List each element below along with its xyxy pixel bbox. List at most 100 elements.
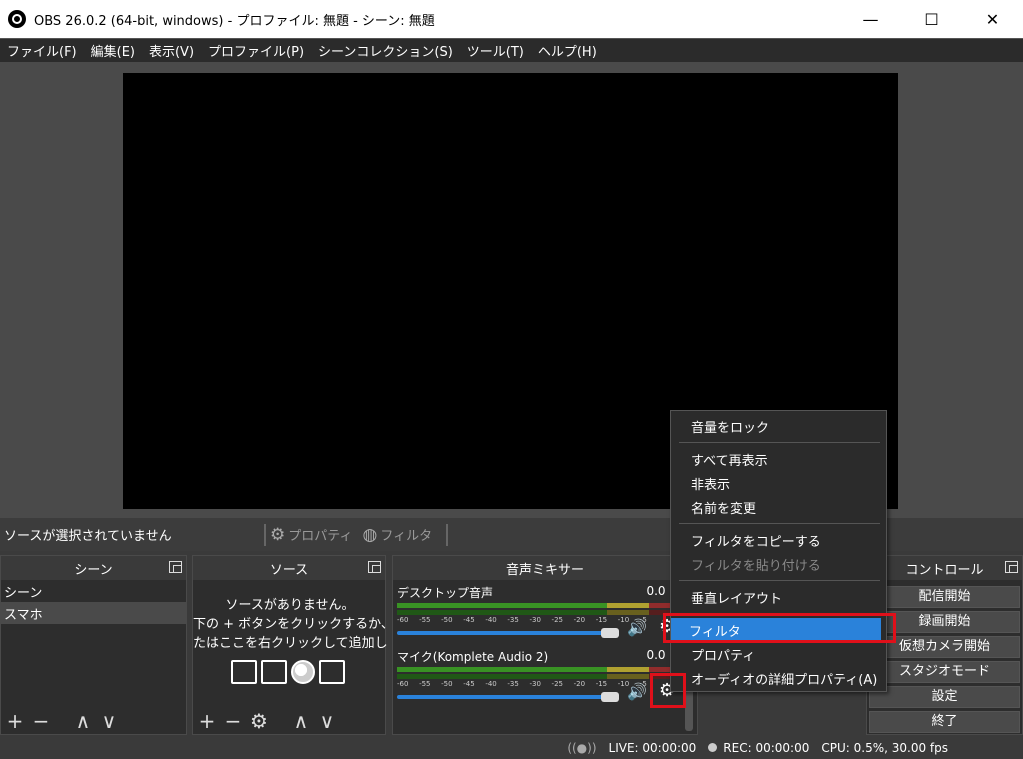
window-title: OBS 26.0.2 (64-bit, windows) - プロファイル: 無… [34, 13, 435, 29]
move-up-button[interactable]: ∧ [291, 711, 311, 731]
scenes-header: シーン [1, 556, 186, 580]
annotation-highlight-box [663, 613, 896, 643]
menu-paste-filters: フィルタを貼り付ける [691, 558, 821, 574]
scenes-dock: シーン シーン スマホ + − ∧ ∨ [0, 555, 187, 735]
volume-meter [397, 667, 677, 672]
no-source-selected-label: ソースが選択されていません [4, 529, 172, 544]
display-icon [261, 660, 287, 684]
close-button[interactable]: ✕ [962, 0, 1023, 38]
menu-properties[interactable]: プロパティ [671, 642, 886, 666]
menu-show-all[interactable]: すべて再表示 [671, 447, 886, 471]
start-streaming-button[interactable]: 配信開始 [869, 586, 1020, 608]
toolbar-separator [446, 523, 449, 546]
undock-icon[interactable] [1005, 561, 1018, 573]
scene-item-selected[interactable]: スマホ [1, 602, 186, 624]
scenes-title: シーン [74, 562, 113, 578]
exit-button[interactable]: 終了 [869, 711, 1020, 733]
menu-rename[interactable]: 名前を変更 [671, 495, 886, 519]
camera-icon [319, 660, 345, 684]
menu-edit[interactable]: 編集(E) [84, 41, 142, 60]
remove-scene-button[interactable]: − [31, 711, 51, 731]
menu-tools[interactable]: ツール(T) [460, 41, 531, 60]
mixer-channel-mic: マイク(Komplete Audio 2) 0.0 d -60 -55 -50 -45… [397, 648, 677, 702]
rec-timer: REC: 00:00:00 [723, 741, 810, 755]
move-up-button[interactable]: ∧ [73, 711, 93, 731]
maximize-button[interactable]: ☐ [901, 0, 962, 38]
sources-empty-message[interactable]: ソースがありません。 下の + ボタンをクリックするか、 たはここを右クリックし… [193, 596, 387, 653]
live-broadcast-icon: ((●)) [567, 741, 597, 755]
live-timer: LIVE: 00:00:00 [608, 741, 697, 755]
filters-label: フィルタ [380, 529, 433, 544]
scene-item[interactable]: シーン [1, 580, 186, 602]
controls-dock: コントロール 配信開始 録画開始 仮想カメラ開始 スタジオモード 設定 終了 [866, 555, 1023, 735]
empty-line: たはここを右クリックして追加してください [193, 636, 387, 651]
volume-meter [397, 603, 677, 608]
channel-name: マイク(Komplete Audio 2) [397, 650, 549, 664]
speaker-icon[interactable]: 🔊 [627, 682, 647, 701]
sources-header: ソース [193, 556, 385, 580]
mixer-channel-desktop: デスクトップ音声 0.0 d -60 -55 -50 -45 -40 -35 -30 -25-… [397, 584, 677, 638]
menu-view[interactable]: 表示(V) [142, 41, 201, 60]
settings-button[interactable]: 設定 [869, 686, 1020, 708]
scene-list: シーン スマホ [1, 580, 186, 624]
meter-ticks: -60 -55 -50 -45 -40 -35 -30 -25 -20 -15 -10 -5 [397, 680, 647, 688]
controls-title: コントロール [905, 562, 984, 578]
menu-vertical-layout[interactable]: 垂直レイアウト [671, 585, 886, 609]
properties-button[interactable]: ⚙ プロパティ [270, 525, 352, 545]
slider-thumb[interactable] [601, 692, 619, 702]
status-bar: ((●)) LIVE: 00:00:00 REC: 00:00:00 CPU: … [0, 737, 1023, 759]
mixer-title: 音声ミキサー [505, 562, 584, 578]
menu-profile[interactable]: プロファイル(P) [201, 41, 311, 60]
gear-icon: ⚙ [270, 524, 286, 545]
properties-label: プロパティ [288, 529, 353, 544]
menu-file[interactable]: ファイル(F) [0, 41, 84, 60]
sources-footer: + − ⚙ ∧ ∨ [193, 708, 385, 734]
audio-mixer-dock: 音声ミキサー デスクトップ音声 0.0 d -60 -55 -50 -45 -40 -35… [392, 555, 698, 735]
sources-title: ソース [269, 562, 309, 578]
channel-name: デスクトップ音声 [397, 586, 494, 600]
filters-button[interactable]: ◍ フィルタ [362, 525, 432, 545]
menu-advanced-audio-properties[interactable]: オーディオの詳細プロパティ(A) [671, 666, 886, 690]
menu-separator [679, 580, 880, 581]
toolbar-separator [264, 523, 266, 546]
remove-source-button[interactable]: − [223, 711, 243, 731]
menu-lock-volume[interactable]: 音量をロック [671, 414, 886, 438]
menu-scene-collection[interactable]: シーンコレクション(S) [311, 41, 460, 60]
move-down-button[interactable]: ∨ [317, 711, 337, 731]
annotation-highlight-box [650, 673, 686, 708]
speaker-icon[interactable]: 🔊 [627, 618, 647, 637]
source-type-icons [231, 660, 345, 684]
globe-icon [291, 660, 315, 684]
minimize-button[interactable]: — [840, 0, 901, 38]
empty-line: 下の + ボタンをクリックするか、 [193, 617, 387, 632]
cpu-status: CPU: 0.5%, 30.00 fps [821, 741, 948, 755]
context-menu: 音量をロック すべて再表示 非表示 名前を変更 フィルタをコピーする フィルタを… [670, 410, 887, 692]
add-scene-button[interactable]: + [5, 711, 25, 731]
rec-status: REC: 00:00:00 [708, 741, 809, 755]
volume-slider[interactable] [397, 692, 619, 702]
volume-slider[interactable] [397, 628, 619, 638]
scenes-footer: + − ∧ ∨ [1, 708, 186, 734]
menu-copy-filters[interactable]: フィルタをコピーする [671, 528, 886, 552]
empty-line: ソースがありません。 [225, 598, 355, 613]
volume-meter [397, 610, 677, 615]
slider-thumb[interactable] [601, 628, 619, 638]
undock-icon[interactable] [368, 561, 381, 573]
title-bar: OBS 26.0.2 (64-bit, windows) - プロファイル: 無… [0, 0, 1023, 38]
rec-dot-icon [708, 743, 718, 752]
menu-separator [679, 442, 880, 443]
undock-icon[interactable] [169, 561, 182, 573]
mixer-header: 音声ミキサー [393, 556, 697, 580]
image-icon [231, 660, 257, 684]
add-source-button[interactable]: + [197, 711, 217, 731]
menu-hide[interactable]: 非表示 [671, 471, 886, 495]
source-properties-gear-icon[interactable]: ⚙ [249, 711, 269, 731]
menu-bar: ファイル(F) 編集(E) 表示(V) プロファイル(P) シーンコレクション(… [0, 38, 1023, 62]
studio-mode-button[interactable]: スタジオモード [869, 661, 1020, 683]
volume-meter [397, 674, 677, 679]
filter-icon: ◍ [362, 524, 378, 545]
obs-logo-icon [8, 10, 26, 28]
menu-help[interactable]: ヘルプ(H) [531, 41, 604, 60]
controls-list: 配信開始 録画開始 仮想カメラ開始 スタジオモード 設定 終了 [867, 584, 1022, 733]
move-down-button[interactable]: ∨ [99, 711, 119, 731]
